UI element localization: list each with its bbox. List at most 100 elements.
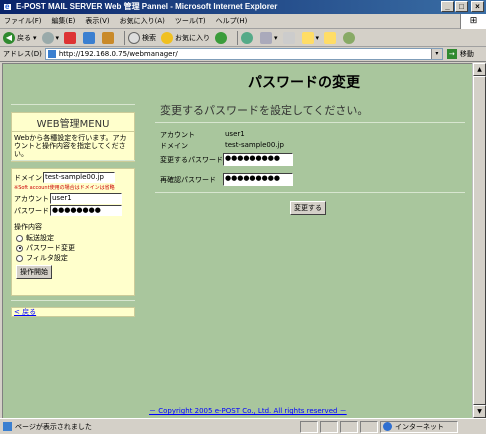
back-panel: < 戻る bbox=[11, 307, 135, 317]
search-button[interactable]: 検索 bbox=[128, 31, 157, 44]
divider bbox=[155, 122, 465, 123]
account-row: アカウント user1 bbox=[14, 193, 132, 204]
radio-forward[interactable] bbox=[16, 234, 23, 242]
print-icon bbox=[282, 31, 295, 44]
messenger-icon bbox=[343, 31, 356, 44]
edit-dropdown-icon[interactable]: ▾ bbox=[316, 34, 320, 42]
option-password-change-label: パスワード変更 bbox=[26, 244, 75, 252]
menu-tools[interactable]: ツール(T) bbox=[175, 16, 206, 26]
back-arrow-icon: ◀ bbox=[3, 31, 15, 44]
new-password-label: 変更するパスワード bbox=[160, 156, 223, 164]
windows-logo-icon: ⊞ bbox=[460, 14, 486, 29]
address-bar: アドレス(D) http://192.168.0.75/webmanager/ … bbox=[0, 47, 486, 62]
minimize-button[interactable]: _ bbox=[441, 1, 454, 12]
account-label: アカウント bbox=[14, 194, 49, 203]
scroll-up-arrow-icon[interactable]: ▲ bbox=[473, 63, 486, 76]
divider bbox=[155, 192, 465, 193]
address-label: アドレス(D) bbox=[3, 50, 42, 58]
history-icon bbox=[241, 31, 254, 44]
menu-favorites[interactable]: お気に入り(A) bbox=[120, 16, 165, 26]
status-cell bbox=[300, 420, 318, 433]
address-dropdown-icon[interactable]: ▾ bbox=[430, 49, 442, 59]
menu-panel: WEB管理MENU Webから各種設定を行います。アカウントと操作内容を指定して… bbox=[11, 112, 135, 162]
start-operation-button[interactable]: 操作開始 bbox=[16, 265, 52, 279]
home-button[interactable] bbox=[102, 31, 116, 44]
menu-edit[interactable]: 編集(E) bbox=[52, 16, 76, 26]
menu-file[interactable]: ファイル(F) bbox=[4, 16, 42, 26]
option-filter[interactable]: フィルタ設定 bbox=[16, 253, 132, 263]
menu-help[interactable]: ヘルプ(H) bbox=[216, 16, 248, 26]
radio-filter[interactable] bbox=[16, 254, 23, 262]
copyright-link[interactable]: － Copyright 2005 e-POST Co., Ltd. All ri… bbox=[149, 406, 347, 416]
toolbar: ◀ 戻る ▾ ▾ 検索 お気に入り ▾ ▾ bbox=[0, 29, 486, 47]
address-input[interactable]: http://192.168.0.75/webmanager/ ▾ bbox=[44, 48, 443, 60]
main-heading: 変更するパスワードを設定してください。 bbox=[160, 104, 369, 117]
back-label: 戻る bbox=[17, 33, 31, 42]
back-link[interactable]: < 戻る bbox=[14, 308, 36, 316]
confirm-password-label: 再確認パスワード bbox=[160, 176, 216, 184]
status-cell bbox=[340, 420, 358, 433]
forward-button[interactable]: ▾ bbox=[41, 31, 60, 44]
option-forward[interactable]: 転送設定 bbox=[16, 233, 132, 243]
mail-button[interactable]: ▾ bbox=[260, 31, 278, 44]
favorites-label: お気に入り bbox=[175, 33, 211, 42]
edit-button[interactable]: ▾ bbox=[301, 31, 320, 44]
account-input[interactable]: user1 bbox=[50, 193, 122, 204]
home-icon bbox=[102, 31, 115, 44]
status-cell bbox=[320, 420, 338, 433]
change-password-button[interactable]: 変更する bbox=[290, 201, 326, 215]
go-button[interactable]: → 移動 bbox=[446, 49, 474, 59]
address-url: http://192.168.0.75/webmanager/ bbox=[58, 50, 178, 58]
domain-input[interactable]: test-sample00.jp bbox=[43, 172, 115, 183]
zone-label: インターネット bbox=[395, 422, 444, 431]
menu-description: Webから各種設定を行います。アカウントと操作内容を指定してください。 bbox=[14, 134, 127, 158]
main-account-label: アカウント bbox=[160, 131, 195, 139]
scroll-thumb[interactable] bbox=[473, 76, 486, 405]
scroll-down-arrow-icon[interactable]: ▼ bbox=[473, 405, 486, 418]
security-zone: インターネット bbox=[380, 420, 458, 433]
page-viewport: パスワードの変更 WEB管理MENU Webから各種設定を行います。アカウントと… bbox=[2, 63, 472, 418]
history-button[interactable] bbox=[241, 31, 255, 44]
print-button[interactable] bbox=[282, 31, 297, 44]
search-icon bbox=[128, 31, 141, 44]
status-message: ページが表示されました bbox=[15, 422, 92, 431]
new-password-input[interactable]: ●●●●●●●●● bbox=[223, 153, 293, 166]
ie-icon bbox=[3, 0, 12, 14]
discuss-button[interactable] bbox=[324, 31, 338, 44]
favorites-button[interactable]: お気に入り bbox=[161, 31, 211, 44]
back-dropdown-icon[interactable]: ▾ bbox=[33, 34, 37, 42]
search-label: 検索 bbox=[142, 33, 157, 42]
mail-dropdown-icon[interactable]: ▾ bbox=[274, 34, 278, 42]
status-cell bbox=[360, 420, 378, 433]
domain-label: ドメイン bbox=[14, 173, 42, 182]
favorites-star-icon bbox=[161, 31, 174, 44]
stop-button[interactable] bbox=[64, 31, 78, 44]
go-label: 移動 bbox=[459, 50, 474, 58]
window-titlebar: E-POST MAIL SERVER Web 管理 Pannel - Micro… bbox=[0, 0, 486, 14]
option-password-change[interactable]: パスワード変更 bbox=[16, 243, 132, 253]
menu-title: WEB管理MENU bbox=[12, 113, 134, 132]
mail-icon bbox=[260, 31, 273, 44]
refresh-icon bbox=[83, 31, 96, 44]
radio-password-change[interactable] bbox=[16, 244, 23, 252]
forward-dropdown-icon[interactable]: ▾ bbox=[56, 34, 60, 42]
window-controls: _ □ × bbox=[441, 1, 484, 12]
discuss-icon bbox=[324, 31, 337, 44]
close-button[interactable]: × bbox=[471, 1, 484, 12]
stop-icon bbox=[64, 31, 77, 44]
password-input[interactable]: ●●●●●●●● bbox=[50, 205, 122, 216]
divider bbox=[11, 104, 135, 105]
media-button[interactable] bbox=[215, 31, 229, 44]
main-account-value: user1 bbox=[225, 130, 245, 138]
messenger-button[interactable] bbox=[343, 31, 357, 44]
refresh-button[interactable] bbox=[83, 31, 97, 44]
menu-view[interactable]: 表示(V) bbox=[85, 16, 109, 26]
confirm-password-input[interactable]: ●●●●●●●●● bbox=[223, 173, 293, 186]
vertical-scrollbar[interactable]: ▲ ▼ bbox=[472, 63, 486, 418]
login-form-panel: ドメイン test-sample00.jp ※Soft account使用の場合… bbox=[11, 168, 135, 296]
back-button[interactable]: ◀ 戻る ▾ bbox=[3, 31, 37, 44]
menu-bar: ファイル(F) 編集(E) 表示(V) お気に入り(A) ツール(T) ヘルプ(… bbox=[0, 14, 486, 29]
toolbar-separator bbox=[124, 30, 126, 45]
maximize-button[interactable]: □ bbox=[455, 1, 468, 12]
status-bar: ページが表示されました インターネット bbox=[0, 418, 486, 434]
